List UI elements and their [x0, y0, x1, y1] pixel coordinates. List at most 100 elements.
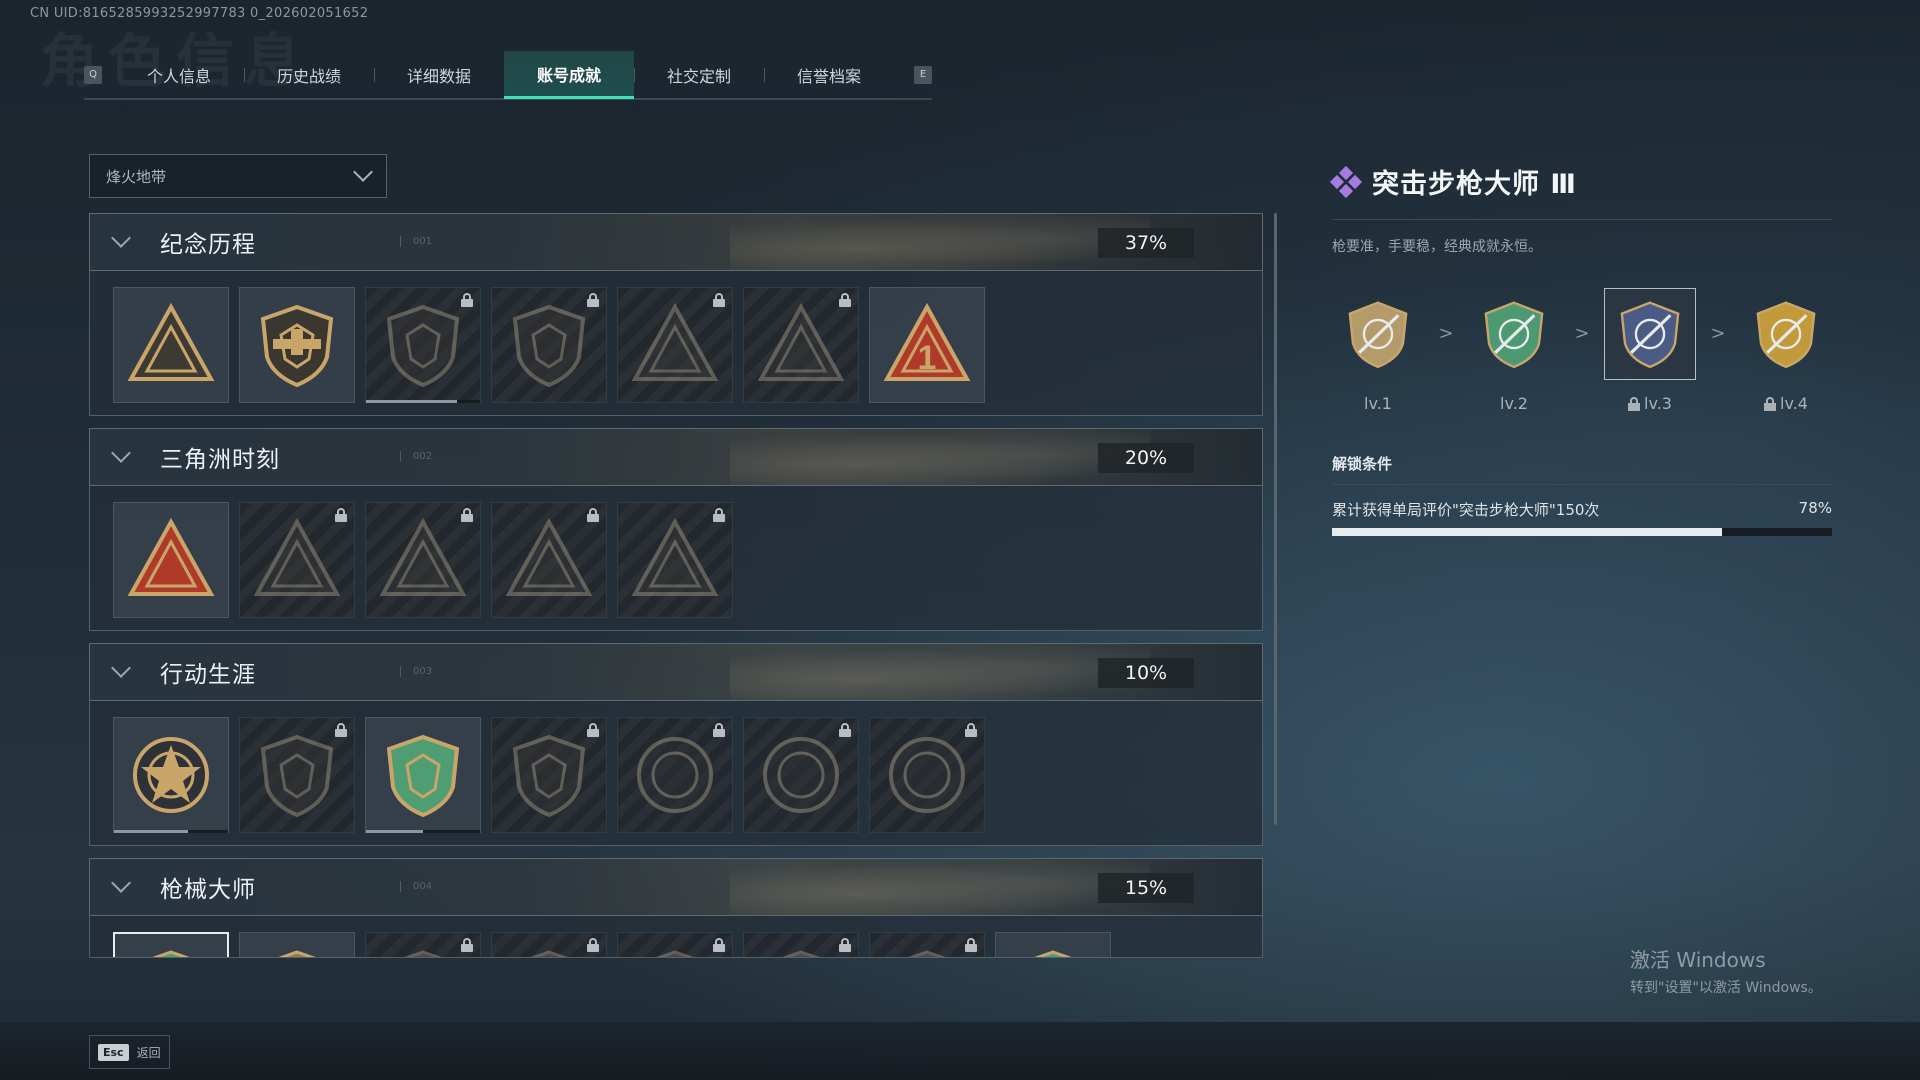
- rifle-badge-icon: [881, 944, 973, 957]
- achievement-medal[interactable]: [617, 502, 733, 618]
- top-tab-bar: Q 个人信息 历史战绩 详细数据 账号成就 社交定制 信誉档案 E: [84, 51, 932, 100]
- achievement-medal[interactable]: [743, 287, 859, 403]
- lock-icon: [587, 508, 599, 522]
- tab-account-achievements[interactable]: 账号成就: [504, 51, 634, 99]
- achievement-medal[interactable]: [113, 287, 229, 403]
- lock-icon: [839, 293, 851, 307]
- lock-icon: [461, 938, 473, 952]
- rifle-shield-level-icon[interactable]: [1604, 288, 1696, 380]
- lock-icon: [713, 508, 725, 522]
- tab-detailed-data[interactable]: 详细数据: [374, 51, 504, 99]
- triangle-badge-icon: [125, 299, 217, 391]
- achievement-medal[interactable]: [617, 932, 733, 957]
- unlock-condition-row: 累计获得单局评价"突击步枪大师"150次 78%: [1332, 499, 1832, 520]
- mode-dropdown[interactable]: 烽火地带: [89, 154, 387, 198]
- achievement-medal[interactable]: [743, 717, 859, 833]
- level-progression: lv.1 > lv.2 > lv.3 > lv.4: [1332, 288, 1832, 413]
- back-button[interactable]: Esc 返回: [89, 1035, 170, 1069]
- achievement-medal[interactable]: [491, 932, 607, 957]
- achievement-medal[interactable]: [617, 287, 733, 403]
- chevron-down-icon[interactable]: [111, 873, 131, 893]
- unlock-progress-bar: [1332, 528, 1832, 536]
- rifle-shield-level-icon[interactable]: [1332, 288, 1424, 380]
- section-title: 三角洲时刻: [160, 447, 280, 473]
- achievement-medal[interactable]: [491, 717, 607, 833]
- achievement-medal[interactable]: [239, 717, 355, 833]
- windows-activation-watermark: 激活 Windows 转到"设置"以激活 Windows。: [1630, 944, 1822, 997]
- tab-personal-info[interactable]: 个人信息: [114, 51, 244, 99]
- achievement-medal[interactable]: [491, 502, 607, 618]
- achievement-medal[interactable]: [869, 717, 985, 833]
- soldier-triangle-badge-icon: [629, 299, 721, 391]
- level-label: lv.1: [1332, 394, 1424, 413]
- e-key-hint[interactable]: E: [914, 66, 932, 84]
- section-header[interactable]: 行动生涯 003 10%: [89, 643, 1263, 701]
- achievement-medal[interactable]: [239, 502, 355, 618]
- section-banner-art: [730, 859, 1150, 915]
- achievement-medal[interactable]: [365, 502, 481, 618]
- achievement-medal[interactable]: [365, 287, 481, 403]
- lock-icon: [1764, 396, 1777, 411]
- level-text: lv.3: [1644, 394, 1672, 413]
- achievement-medal[interactable]: [113, 932, 229, 957]
- achievement-medal[interactable]: 1: [869, 287, 985, 403]
- level-item[interactable]: lv.4: [1740, 288, 1832, 413]
- achievement-medal[interactable]: [617, 717, 733, 833]
- level-label: lv.3: [1604, 394, 1696, 413]
- achievement-category-list[interactable]: 纪念历程 001 37% 1 三角洲时刻 002 20% 行动生涯 003 10% 枪械大师 004 1…: [89, 213, 1263, 980]
- chevron-down-icon[interactable]: [111, 443, 131, 463]
- lock-icon: [1628, 396, 1641, 411]
- tab-social-custom[interactable]: 社交定制: [634, 51, 764, 99]
- tab-history-record[interactable]: 历史战绩: [244, 51, 374, 99]
- section-percent: 15%: [1098, 873, 1194, 903]
- level-text: lv.4: [1780, 394, 1808, 413]
- medal-progress-bar: [366, 830, 480, 833]
- chevron-down-icon[interactable]: [111, 228, 131, 248]
- level-arrow: >: [1710, 323, 1726, 344]
- achievement-medal[interactable]: [239, 932, 355, 957]
- achievement-medal[interactable]: [869, 932, 985, 957]
- level-item[interactable]: lv.1: [1332, 288, 1424, 413]
- section-percent: 20%: [1098, 443, 1194, 473]
- achievement-description: 枪要准，手要稳，经典成就永恒。: [1332, 239, 1542, 255]
- section-title: 枪械大师: [160, 877, 256, 903]
- achievement-medal[interactable]: [239, 287, 355, 403]
- achievement-section: 枪械大师 004 15%: [89, 858, 1263, 958]
- section-banner-art: [730, 214, 1150, 270]
- lock-icon: [335, 508, 347, 522]
- medal-progress-bar: [366, 400, 480, 403]
- level-item[interactable]: lv.2: [1468, 288, 1560, 413]
- level-label: lv.2: [1468, 394, 1560, 413]
- ring-badge-icon: [629, 729, 721, 821]
- section-header[interactable]: 三角洲时刻 002 20%: [89, 428, 1263, 486]
- rifle-shield-level-icon[interactable]: [1740, 288, 1832, 380]
- section-title: 纪念历程: [160, 232, 256, 258]
- list-scrollbar[interactable]: [1274, 213, 1277, 825]
- mode-dropdown-value: 烽火地带: [106, 167, 167, 186]
- achievement-medal[interactable]: [365, 932, 481, 957]
- achievement-medal[interactable]: [113, 502, 229, 618]
- achievement-medal[interactable]: [365, 717, 481, 833]
- achievement-medal[interactable]: [995, 932, 1111, 957]
- chevron-down-icon[interactable]: [111, 658, 131, 678]
- rifle-shield-level-icon[interactable]: [1468, 288, 1560, 380]
- achievement-medal[interactable]: [491, 287, 607, 403]
- q-key-hint[interactable]: Q: [84, 66, 102, 84]
- level-arrow: >: [1574, 323, 1590, 344]
- level-arrow: >: [1438, 323, 1454, 344]
- level-label: lv.4: [1740, 394, 1832, 413]
- rifle-badge-icon: [251, 944, 343, 957]
- level-item[interactable]: lv.3: [1604, 288, 1696, 413]
- wreath-triangle-badge-icon: [503, 514, 595, 606]
- achievement-name: 突击步枪大师 Ⅲ: [1372, 169, 1577, 200]
- section-header[interactable]: 枪械大师 004 15%: [89, 858, 1263, 916]
- green-shield-badge-icon: [377, 729, 469, 821]
- section-header[interactable]: 纪念历程 001 37%: [89, 213, 1263, 271]
- helicopter-badge-icon: [251, 299, 343, 391]
- medal-grid: [89, 701, 1263, 846]
- rifle-badge-icon: [755, 944, 847, 957]
- watermark-line-2: 转到"设置"以激活 Windows。: [1630, 980, 1822, 996]
- achievement-medal[interactable]: [743, 932, 859, 957]
- tab-reputation-file[interactable]: 信誉档案: [764, 51, 894, 99]
- achievement-medal[interactable]: [113, 717, 229, 833]
